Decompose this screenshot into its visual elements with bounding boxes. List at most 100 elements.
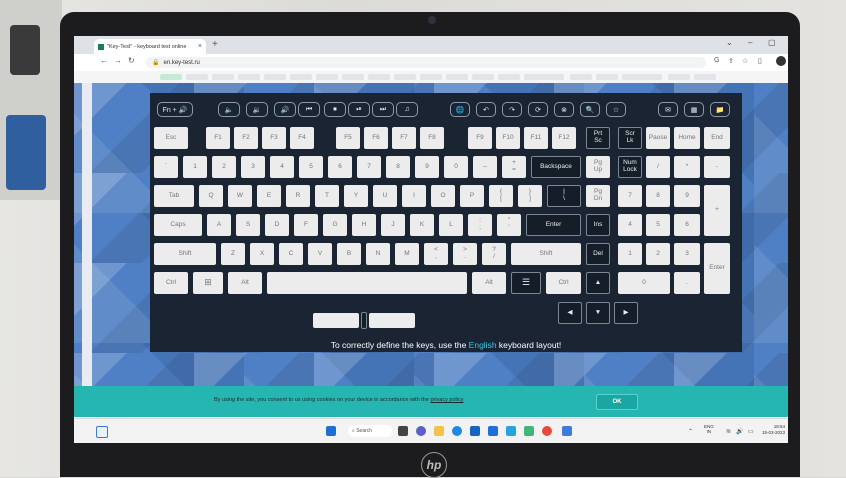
key-j[interactable]: J [381, 214, 405, 236]
key-numpad-minus[interactable]: - [704, 156, 730, 178]
key-l[interactable]: L [439, 214, 463, 236]
clock[interactable]: 18:54 15-03-2023 [762, 424, 785, 435]
key-arrow-down[interactable]: ▼ [586, 302, 610, 324]
bookmark-item[interactable] [446, 74, 468, 80]
key-g[interactable]: G [323, 214, 347, 236]
edge-icon[interactable] [452, 426, 462, 436]
browser-refresh-key[interactable]: ⟳ [528, 102, 548, 117]
key-semicolon[interactable]: : ; [468, 214, 492, 236]
play-pause-key[interactable]: ⏯ [348, 102, 370, 117]
bookmark-item[interactable] [290, 74, 312, 80]
bookmark-item[interactable] [368, 74, 390, 80]
key-f5[interactable]: F5 [336, 127, 360, 149]
close-tab-icon[interactable]: × [198, 43, 202, 50]
key-n[interactable]: N [366, 243, 390, 265]
bookmark-item[interactable] [212, 74, 234, 80]
key-3[interactable]: 3 [241, 156, 265, 178]
key-u[interactable]: U [373, 185, 397, 207]
bookmark-item[interactable] [264, 74, 286, 80]
bookmark-item[interactable] [596, 74, 618, 80]
stop-key[interactable]: ⏹ [324, 102, 346, 117]
key-numpad-9[interactable]: 9 [674, 185, 700, 207]
key-f10[interactable]: F10 [496, 127, 520, 149]
key-f1[interactable]: F1 [206, 127, 230, 149]
mail-key[interactable]: ✉ [658, 102, 678, 117]
bookmark-item[interactable] [342, 74, 364, 80]
key-comma[interactable]: < , [424, 243, 448, 265]
key-f4[interactable]: F4 [290, 127, 314, 149]
browser-home-key[interactable]: 🌐 [450, 102, 470, 117]
calculator-key[interactable]: ▦ [684, 102, 704, 117]
bookmark-item[interactable] [420, 74, 442, 80]
key-equals[interactable]: + = [502, 156, 526, 178]
pen-icon[interactable] [506, 426, 516, 436]
key-b[interactable]: B [337, 243, 361, 265]
key-home[interactable]: Home [674, 127, 700, 149]
key-4[interactable]: 4 [270, 156, 294, 178]
key-minus[interactable]: – [473, 156, 497, 178]
browser-favorites-key[interactable]: ☆ [606, 102, 626, 117]
bookmark-item[interactable] [498, 74, 520, 80]
key-tab[interactable]: Tab [154, 185, 194, 207]
key-backslash[interactable]: | \ [547, 185, 581, 207]
key-delete[interactable]: Del [586, 243, 610, 265]
side-panel-icon[interactable]: ▯ [758, 57, 762, 65]
key-numpad-1[interactable]: 1 [618, 243, 642, 265]
key-1[interactable]: 1 [183, 156, 207, 178]
key-scroll-lock[interactable]: Scr Lk [618, 127, 642, 149]
cookie-ok-button[interactable]: OK [596, 394, 638, 410]
new-tab-button[interactable]: + [212, 39, 218, 50]
key-z[interactable]: Z [221, 243, 245, 265]
key-period[interactable]: > . [453, 243, 477, 265]
key-w[interactable]: W [228, 185, 252, 207]
key-f2[interactable]: F2 [234, 127, 258, 149]
google-icon[interactable]: G [714, 57, 719, 64]
key-p[interactable]: P [460, 185, 484, 207]
tab-search-icon[interactable]: ⌄ [726, 38, 733, 47]
file-explorer-icon[interactable] [434, 426, 444, 436]
key-numpad-multiply[interactable]: * [674, 156, 700, 178]
key-caps-lock[interactable]: Caps [154, 214, 202, 236]
store-icon[interactable] [562, 426, 572, 436]
key-numpad-0[interactable]: 0 [618, 272, 670, 294]
key-t[interactable]: T [315, 185, 339, 207]
mute-key[interactable]: 🔈 [218, 102, 240, 117]
chat-icon[interactable] [416, 426, 426, 436]
key-numpad-5[interactable]: 5 [646, 214, 670, 236]
bookmark-item[interactable] [238, 74, 260, 80]
key-x[interactable]: X [250, 243, 274, 265]
bookmark-item[interactable] [316, 74, 338, 80]
key-end[interactable]: End [704, 127, 730, 149]
key-f8[interactable]: F8 [420, 127, 444, 149]
key-page-up[interactable]: Pg Up [586, 156, 610, 178]
volume-up-key[interactable]: 🔊 [274, 102, 296, 117]
music-key[interactable]: ♫ [396, 102, 418, 117]
key-m[interactable]: M [395, 243, 419, 265]
key-v[interactable]: V [308, 243, 332, 265]
chrome-icon[interactable] [542, 426, 552, 436]
key-f7[interactable]: F7 [392, 127, 416, 149]
reload-button[interactable]: ↻ [128, 56, 135, 65]
key-0[interactable]: 0 [444, 156, 468, 178]
minimize-button[interactable]: – [748, 38, 752, 47]
key-numpad-6[interactable]: 6 [674, 214, 700, 236]
key-page-down[interactable]: Pg Dn [586, 185, 610, 207]
key-pause[interactable]: Pause [646, 127, 670, 149]
key-7[interactable]: 7 [357, 156, 381, 178]
key-right-ctrl[interactable]: Ctrl [546, 272, 581, 294]
privacy-policy-link[interactable]: privacy policy [430, 397, 463, 403]
key-space[interactable] [267, 272, 467, 294]
key-backspace[interactable]: Backspace [531, 156, 581, 178]
previous-track-key[interactable]: ⏮ [298, 102, 320, 117]
key-e[interactable]: E [257, 185, 281, 207]
my-computer-key[interactable]: 📁 [710, 102, 730, 117]
key-quote[interactable]: " ' [497, 214, 521, 236]
key-num-lock[interactable]: Num Lock [618, 156, 642, 178]
key-left-shift[interactable]: Shift [154, 243, 216, 265]
key-y[interactable]: Y [344, 185, 368, 207]
key-left-ctrl[interactable]: Ctrl [154, 272, 188, 294]
key-left-alt[interactable]: Alt [228, 272, 262, 294]
browser-stop-key[interactable]: ⊗ [554, 102, 574, 117]
key-i[interactable]: I [402, 185, 426, 207]
bookmark-item[interactable] [668, 74, 690, 80]
